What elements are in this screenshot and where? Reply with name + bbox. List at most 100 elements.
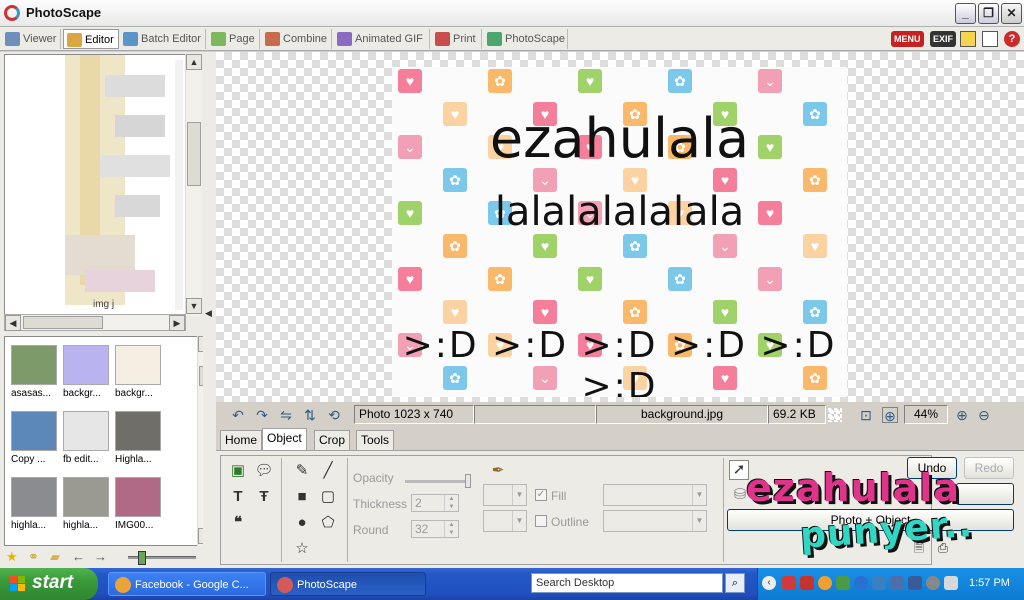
thumbnail-image[interactable] [115, 411, 161, 451]
circle-icon[interactable]: ● [291, 512, 313, 534]
scroll-right-icon[interactable]: ▶ [169, 315, 185, 331]
taskbar-item[interactable]: Facebook - Google C... [108, 572, 266, 596]
opacity-slider[interactable] [405, 474, 471, 488]
thumbnail-size-slider[interactable] [128, 551, 196, 565]
edited-photo[interactable]: ✿ ♥ ♥ ⌄ ✿ ♥ ✿ ♥ ♥ ⌄ ✿ ♥ ✿ ♥ ♥ ⌄ ✿ ♥ ✿ ♥ ♥ ⌄ ✿ ♥ ✿ ♥ ♥ ⌄ ✿ ♥ ✿ ♥ ♥ ⌄ ✿ ♥ ✿ ♥ ♥ ⌄… [392, 67, 847, 397]
editor-tab-crop[interactable]: Crop [314, 430, 351, 450]
tab-print[interactable]: Print [432, 29, 482, 49]
outline-style-dropdown[interactable]: ▼ [603, 510, 707, 532]
panel-splitter[interactable]: ◀ [203, 52, 216, 568]
brush-icon[interactable]: ✎ [291, 460, 313, 482]
line-icon[interactable]: ╱ [317, 460, 339, 482]
scroll-down-icon[interactable]: ▼ [186, 298, 202, 314]
editor-tab-tools[interactable]: Tools [356, 430, 395, 450]
tree-folder-label[interactable]: img j [93, 299, 114, 310]
menu-button[interactable]: MENU [891, 31, 924, 47]
thumbnail-image[interactable] [63, 411, 109, 451]
thumbnail-item[interactable]: Highla... [115, 411, 165, 465]
photo-object-icon[interactable]: ▣ [227, 460, 249, 482]
tray-display-icon[interactable] [890, 576, 904, 590]
slider-knob[interactable] [138, 551, 146, 565]
photo-frame-icon[interactable] [960, 31, 976, 47]
taskbar-item[interactable]: PhotoScape [270, 572, 426, 596]
thumbnail-item[interactable]: fb edit... [63, 411, 113, 465]
zoom-fit-icon[interactable]: ⊡ [858, 407, 874, 423]
fill-checkbox[interactable]: ✓ [535, 489, 547, 501]
thumbnail-image[interactable] [63, 477, 109, 517]
text-icon[interactable]: T [227, 486, 249, 508]
tab-page[interactable]: Page [208, 29, 260, 49]
thumbnail-image[interactable] [115, 345, 161, 385]
star-shape-icon[interactable]: ☆ [291, 538, 313, 560]
refresh-icon[interactable]: ⟲ [326, 407, 342, 423]
thickness-stepper[interactable]: 2 ▲ ▼ [411, 494, 459, 512]
zoom-actual-icon[interactable]: ⊕ [882, 407, 898, 424]
tray-volume-icon[interactable] [944, 576, 958, 590]
tree-vertical-scrollbar[interactable]: ▲ ▼ [185, 54, 202, 316]
thumbnail-image[interactable] [11, 345, 57, 385]
rounded-rectangle-icon[interactable]: ▢ [317, 486, 339, 508]
thumbnail-image[interactable] [11, 477, 57, 517]
thumbnail-item[interactable]: Copy ... [11, 411, 61, 465]
exif-button[interactable]: EXIF [930, 31, 957, 47]
outline-checkbox[interactable] [535, 515, 547, 527]
desktop-search-input[interactable]: Search Desktop [531, 573, 723, 593]
tab-viewer[interactable]: Viewer [2, 29, 61, 49]
forward-arrow-icon[interactable]: → [94, 550, 109, 564]
tab-editor[interactable]: Editor [63, 29, 119, 49]
thickness-spin-icon[interactable]: ▲ ▼ [444, 495, 458, 511]
flip-horizontal-icon[interactable]: ⇋ [278, 407, 294, 423]
pentagon-icon[interactable]: ⬠ [317, 512, 339, 534]
color-picker-icon[interactable]: ✒ [487, 460, 509, 482]
redo-button[interactable]: Redo [964, 457, 1014, 479]
zoom-out-icon[interactable]: ⊖ [976, 407, 992, 423]
transparency-icon[interactable] [828, 408, 842, 422]
tray-monitor-icon[interactable] [908, 576, 922, 590]
thumbnail-image[interactable] [11, 411, 57, 451]
back-arrow-icon[interactable]: ← [72, 550, 87, 564]
thumbnail-image[interactable] [63, 345, 109, 385]
image-canvas[interactable]: ✿ ♥ ♥ ⌄ ✿ ♥ ✿ ♥ ♥ ⌄ ✿ ♥ ✿ ♥ ♥ ⌄ ✿ ♥ ✿ ♥ ♥ ⌄ ✿ ♥ ✿ ♥ ♥ ⌄ ✿ ♥ ✿ ♥ ♥ ⌄ ✿ ♥ ✿ ♥ ♥ ⌄… [216, 52, 1024, 402]
folder-tree[interactable]: img j [4, 54, 186, 316]
tray-network-icon[interactable] [872, 576, 886, 590]
scroll-thumb[interactable] [187, 122, 201, 186]
zoom-in-icon[interactable]: ⊕ [954, 407, 970, 423]
tab-combine[interactable]: Combine [262, 29, 332, 49]
save-button[interactable] [956, 483, 1014, 505]
tree-horizontal-scrollbar[interactable]: ◀ ▶ [4, 314, 186, 331]
scroll-left-icon[interactable]: ◀ [5, 315, 21, 331]
hscroll-thumb[interactable] [23, 316, 103, 329]
tab-batch-editor[interactable]: Batch Editor [120, 29, 206, 49]
editor-tab-home[interactable]: Home [220, 430, 263, 450]
thumbnail-item[interactable]: asasas... [11, 345, 61, 399]
star-icon[interactable]: ★ [6, 550, 21, 564]
close-button[interactable]: ✕ [1001, 3, 1022, 24]
search-icon[interactable]: ⌕ [725, 573, 745, 593]
open-folder-icon[interactable]: ▰ [50, 550, 65, 564]
start-button[interactable]: start [0, 568, 98, 600]
tray-network-error-icon[interactable] [782, 576, 796, 590]
minimize-button[interactable]: _ [955, 3, 976, 24]
copy-icon[interactable] [982, 31, 998, 47]
thumbnail-list[interactable]: asasas... backgr... backgr... Copy ... fb ed… [4, 336, 202, 546]
flip-vertical-icon[interactable]: ⇅ [302, 407, 318, 423]
collapse-arrow-icon[interactable]: ◀ [205, 308, 212, 319]
tray-antivirus-icon[interactable] [800, 576, 814, 590]
quote-icon[interactable]: ❝ [227, 512, 249, 534]
thumbnail-item[interactable]: highla... [63, 477, 113, 531]
tray-search-icon[interactable] [836, 576, 850, 590]
thumbnail-item[interactable]: backgr... [115, 345, 165, 399]
thumbnail-item[interactable]: highla... [11, 477, 61, 531]
editor-tab-object[interactable]: Object [262, 428, 307, 450]
fill-color-dropdown[interactable]: ▼ [483, 484, 527, 506]
opacity-knob[interactable] [465, 474, 471, 488]
tray-browser-icon[interactable] [818, 576, 832, 590]
tray-expand-icon[interactable]: ‹ [762, 576, 776, 590]
rectangle-icon[interactable]: ■ [291, 486, 313, 508]
restore-button[interactable]: ❐ [978, 3, 999, 24]
text-box-icon[interactable]: Ŧ [253, 486, 275, 508]
scroll-up-icon[interactable]: ▲ [186, 54, 202, 70]
thumbnail-image[interactable] [115, 477, 161, 517]
help-icon[interactable]: ? [1004, 31, 1020, 47]
tray-bluetooth-icon[interactable] [854, 576, 868, 590]
